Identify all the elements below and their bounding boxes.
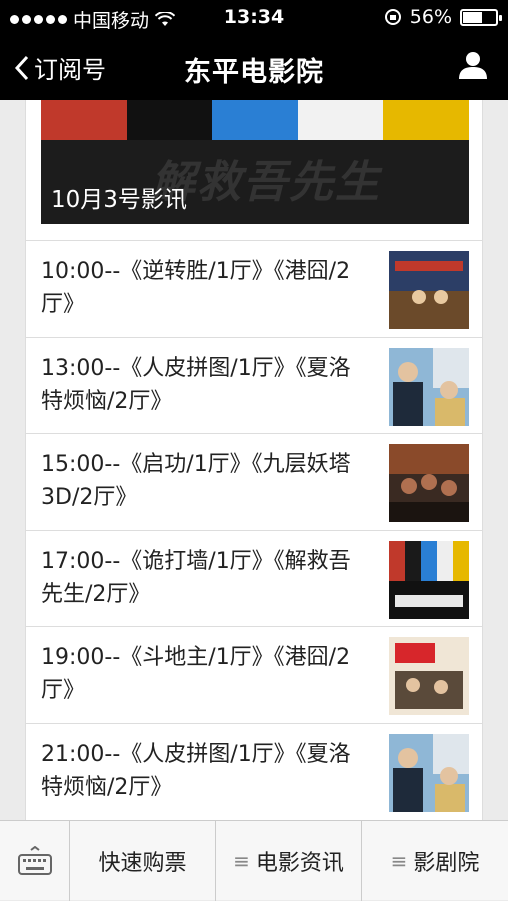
menu-tab-label: 影剧院 <box>413 851 480 876</box>
menu-tab-movie-news[interactable]: ≡ 电影资讯 <box>216 821 362 901</box>
list-item[interactable]: 10:00--《逆转胜/1厅》《港囧/2厅》 <box>26 240 482 337</box>
navigation-bar: 订阅号 东平电影院 <box>0 34 508 100</box>
status-bar: 中国移动 13:34 56% <box>0 0 508 34</box>
showtime-list: 10:00--《逆转胜/1厅》《港囧/2厅》 13:00--《人皮拼图/1厅》《… <box>26 240 482 820</box>
keyboard-icon <box>17 846 52 875</box>
list-item-text: 10:00--《逆转胜/1厅》《港囧/2厅》 <box>41 259 351 317</box>
article-content: 解救吾先生 10月3号影讯 10:00--《逆转胜/1厅》《港囧/2厅》 13:… <box>25 100 483 820</box>
battery-icon <box>460 8 502 26</box>
rotation-lock-icon <box>384 9 401 25</box>
bottom-menu: 快速购票 ≡ 电影资讯 ≡ 影剧院 <box>0 820 508 901</box>
thumbnail <box>389 444 469 523</box>
menu-lines-icon: ≡ <box>233 849 250 873</box>
list-item-text: 13:00--《人皮拼图/1厅》《夏洛特烦恼/2厅》 <box>41 355 351 414</box>
list-item[interactable]: 19:00--《斗地主/1厅》《港囧/2厅》 <box>26 626 482 723</box>
menu-tab-label: 电影资讯 <box>255 851 344 876</box>
thumbnail <box>389 637 469 716</box>
list-item[interactable]: 21:00--《人皮拼图/1厅》《夏洛特烦恼/2厅》 <box>26 722 482 820</box>
list-item[interactable]: 13:00--《人皮拼图/1厅》《夏洛特烦恼/2厅》 <box>26 336 482 434</box>
list-item-text: 15:00--《启功/1厅》《九层妖塔3D/2厅》 <box>41 452 351 511</box>
thumbnail <box>389 251 469 329</box>
cover-image[interactable]: 解救吾先生 10月3号影讯 <box>41 100 469 224</box>
battery-info: 56% <box>384 6 502 28</box>
list-item[interactable]: 15:00--《启功/1厅》《九层妖塔3D/2厅》 <box>26 433 482 530</box>
thumbnail <box>389 733 469 812</box>
menu-tab-quick-ticket[interactable]: 快速购票 <box>70 821 216 901</box>
poster-stripes <box>41 100 469 140</box>
menu-tab-label: 快速购票 <box>98 851 187 876</box>
thumbnail <box>389 347 469 426</box>
menu-lines-icon: ≡ <box>390 849 408 873</box>
list-item-text: 21:00--《人皮拼图/1厅》《夏洛特烦恼/2厅》 <box>41 741 351 800</box>
list-item-text: 17:00--《诡打墙/1厅》《解救吾先生/2厅》 <box>41 548 351 607</box>
menu-tab-theater[interactable]: ≡ 影剧院 <box>362 821 508 901</box>
battery-percent: 56% <box>409 6 452 28</box>
cover-caption: 10月3号影讯 <box>51 187 187 213</box>
list-item[interactable]: 17:00--《诡打墙/1厅》《解救吾先生/2厅》 <box>26 529 482 627</box>
profile-button[interactable] <box>458 50 488 84</box>
thumbnail <box>389 540 469 619</box>
keyboard-toggle-button[interactable] <box>0 821 70 901</box>
battery-fill <box>463 11 483 23</box>
list-item-text: 19:00--《斗地主/1厅》《港囧/2厅》 <box>41 645 351 704</box>
page-title: 东平电影院 <box>184 57 324 88</box>
user-icon <box>459 52 487 79</box>
